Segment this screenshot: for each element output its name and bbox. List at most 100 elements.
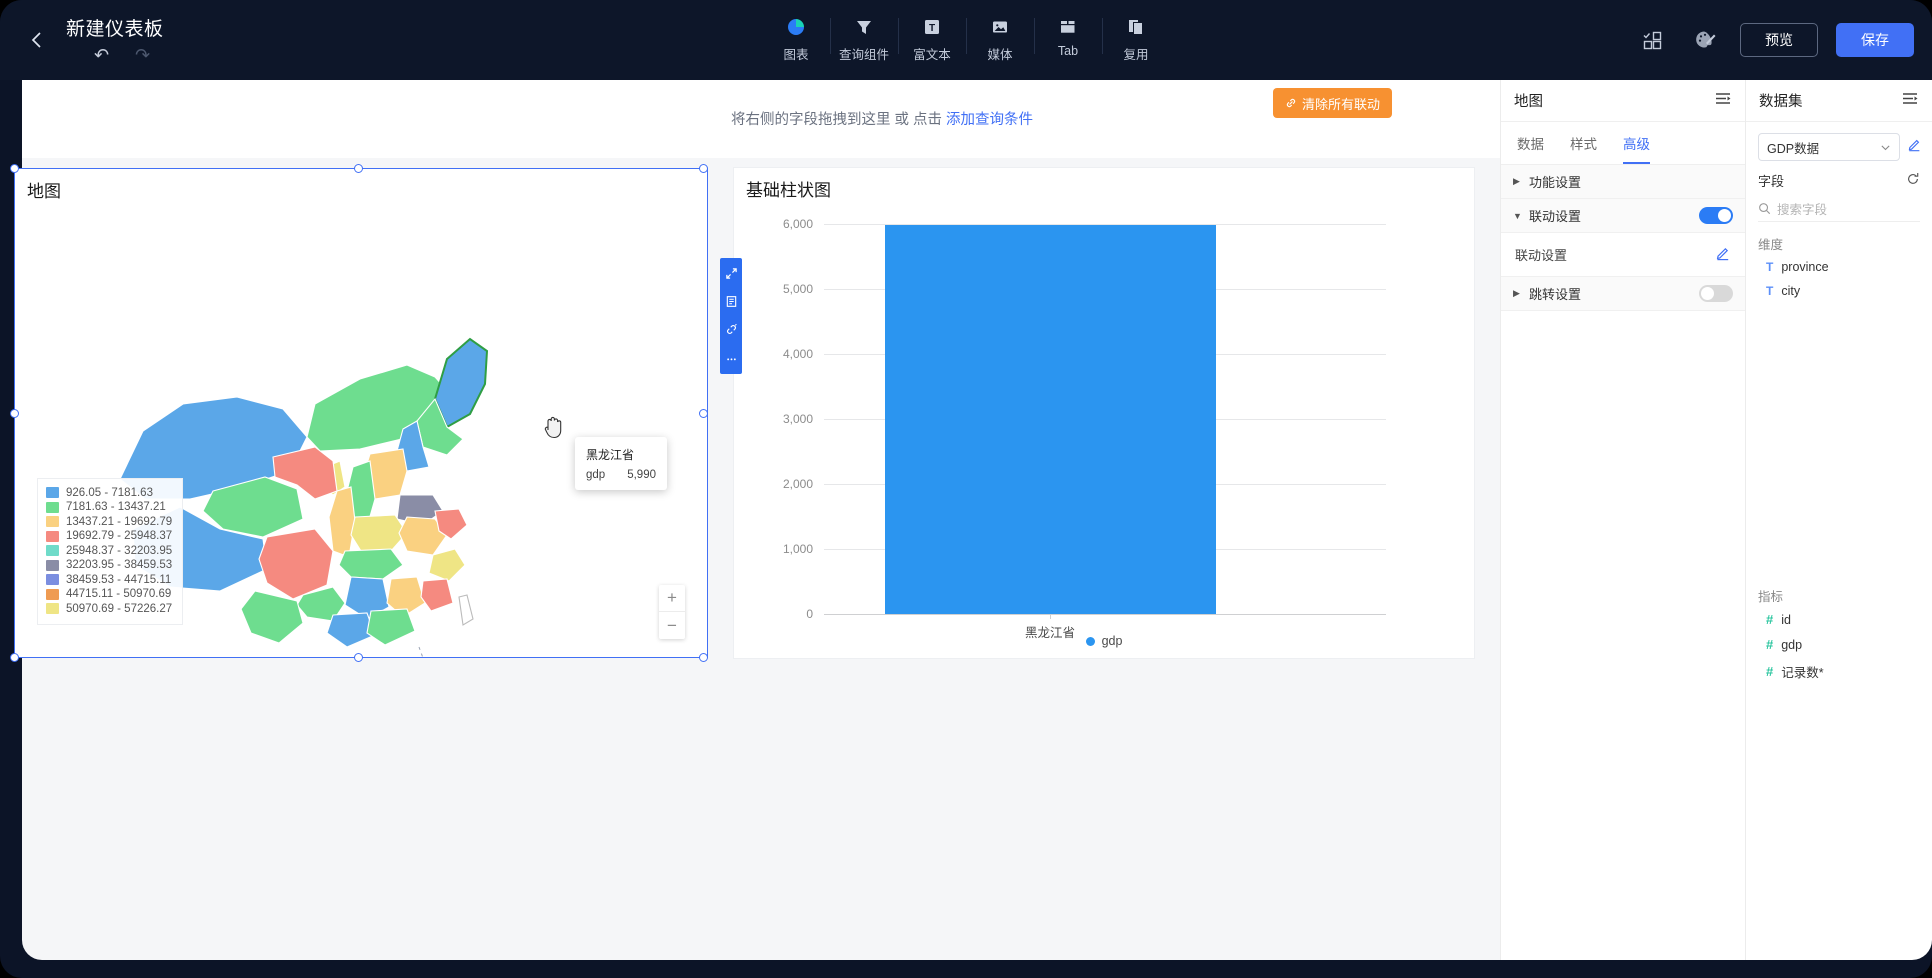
refresh-fields-button[interactable]	[1906, 172, 1920, 189]
tab-advanced[interactable]: 高级	[1623, 122, 1650, 164]
legend-item: 926.05 - 7181.63	[46, 486, 172, 501]
filter-hint: 将右侧的字段拖拽到这里 或 点击 添加查询条件	[22, 108, 1742, 129]
map-zoom-in-button[interactable]: +	[659, 585, 685, 612]
field-item-id[interactable]: # id	[1746, 607, 1932, 632]
measure-type-icon: #	[1766, 612, 1774, 627]
dashboard-title: 新建仪表板	[66, 19, 164, 40]
field-search-input[interactable]: 搜索字段	[1758, 196, 1920, 222]
clear-all-linkage-button[interactable]: 清除所有联动	[1272, 88, 1392, 118]
fields-subheader: 字段	[1746, 169, 1932, 194]
config-panel: 地图 数据 样式 高级 ▶ 功能设置 ▼ 联动设置 联动设置 ▶ 跳转设置	[1500, 80, 1745, 960]
y-tick-label: 6,000	[782, 217, 813, 231]
tool-tab[interactable]: Tab	[1034, 10, 1102, 58]
field-item-record-count[interactable]: # 记录数*	[1746, 657, 1932, 686]
tool-reuse[interactable]: 复用	[1102, 10, 1170, 63]
y-tick-label: 1,000	[782, 542, 813, 556]
top-bar-actions: 预览 保存	[1636, 0, 1914, 80]
dimension-type-icon: T	[1766, 260, 1774, 274]
tool-chart[interactable]: 图表	[762, 10, 830, 63]
expand-icon[interactable]	[722, 264, 740, 282]
back-button[interactable]	[14, 17, 60, 63]
tooltip-metric-value: 5,990	[627, 469, 656, 481]
tool-query-component[interactable]: 查询组件	[830, 10, 898, 63]
legend-swatch	[46, 516, 59, 528]
bar-chart-widget[interactable]: 基础柱状图 6,000 5,000 4,000 3,000 2,000 1,00…	[720, 168, 1474, 658]
resize-handle-tl[interactable]	[10, 164, 19, 173]
jump-settings-toggle[interactable]	[1699, 285, 1733, 302]
dataset-select-value: GDP数据	[1767, 141, 1820, 156]
resize-handle-tc[interactable]	[354, 164, 363, 173]
legend-label: 7181.63 - 13437.21	[66, 501, 166, 514]
panel-collapse-icon[interactable]	[1715, 91, 1732, 111]
broken-link-icon[interactable]	[722, 320, 740, 338]
field-label: id	[1781, 612, 1791, 627]
legend-label: 19692.79 - 25948.37	[66, 530, 173, 543]
tool-media-label: 媒体	[987, 48, 1013, 62]
legend-swatch	[46, 588, 59, 600]
linkage-settings-toggle[interactable]	[1699, 207, 1733, 224]
add-filter-link[interactable]: 添加查询条件	[946, 112, 1033, 128]
legend-swatch	[46, 487, 59, 499]
map-zoom-out-button[interactable]: −	[659, 612, 685, 639]
dataset-edit-button[interactable]	[1907, 137, 1922, 157]
section-function-settings-label: 功能设置	[1529, 175, 1582, 190]
section-jump-settings-label: 跳转设置	[1529, 287, 1582, 302]
bar-chart-plot: 6,000 5,000 4,000 3,000 2,000 1,000 0 黑龙…	[734, 202, 1474, 640]
save-button[interactable]: 保存	[1836, 23, 1914, 57]
chart-legend[interactable]: gdp	[734, 634, 1474, 648]
tooltip-metric-name: gdp	[586, 469, 606, 481]
detail-icon[interactable]	[722, 292, 740, 310]
undo-button[interactable]: ↶	[94, 45, 109, 66]
legend-item: 32203.95 - 38459.53	[46, 558, 172, 573]
tool-media[interactable]: 媒体	[966, 10, 1034, 63]
chart-legend-label: gdp	[1101, 634, 1123, 648]
field-item-gdp[interactable]: # gdp	[1746, 632, 1932, 657]
layout-grid-icon	[1643, 31, 1662, 50]
tab-style[interactable]: 样式	[1570, 122, 1597, 164]
bar-gdp-heilongjiang[interactable]	[885, 225, 1216, 614]
legend-swatch	[46, 501, 59, 513]
map-widget[interactable]: 地图 黑龙江省 gdp 5,990 926.05 - 7181.63 7181.…	[10, 164, 708, 662]
more-icon[interactable]	[722, 348, 740, 366]
section-jump-settings[interactable]: ▶ 跳转设置	[1501, 277, 1745, 311]
y-tick-label: 2,000	[782, 477, 813, 491]
theme-button[interactable]	[1688, 23, 1722, 57]
axis-line-x: 0	[806, 607, 1386, 621]
legend-item: 13437.21 - 19692.79	[46, 515, 172, 530]
dashboard-canvas: 将右侧的字段拖拽到这里 或 点击 添加查询条件 清除所有联动 地图 黑龙江省 g…	[10, 80, 1742, 960]
chevron-down-icon	[1881, 144, 1890, 150]
text-box-icon: T	[922, 16, 942, 38]
section-function-settings[interactable]: ▶ 功能设置	[1501, 165, 1745, 199]
y-tick-label: 5,000	[782, 282, 813, 296]
dataset-selector-row: GDP数据	[1746, 122, 1932, 169]
tool-rich-text[interactable]: T 富文本	[898, 10, 966, 63]
map-legend: 926.05 - 7181.63 7181.63 - 13437.21 1343…	[37, 477, 184, 625]
field-item-province[interactable]: T province	[1746, 255, 1932, 279]
legend-label: 44715.11 - 50970.69	[66, 588, 172, 601]
config-tabs: 数据 样式 高级	[1501, 122, 1745, 165]
copy-icon	[1126, 16, 1146, 38]
image-icon	[990, 16, 1010, 38]
y-tick-label: 0	[806, 607, 813, 621]
legend-label: 38459.53 - 44715.11	[66, 573, 172, 586]
measure-group-label: 指标	[1758, 590, 1784, 604]
section-linkage-settings[interactable]: ▼ 联动设置	[1501, 199, 1745, 233]
preview-button[interactable]: 预览	[1740, 23, 1818, 57]
widget-float-toolbar	[720, 258, 742, 374]
panel-collapse-icon[interactable]	[1902, 91, 1919, 111]
field-label: gdp	[1781, 637, 1803, 652]
measure-section: 指标 # id # gdp # 记录数*	[1746, 580, 1932, 686]
dataset-select[interactable]: GDP数据	[1758, 133, 1900, 161]
dataset-panel-title: 数据集	[1759, 94, 1803, 110]
field-search-placeholder: 搜索字段	[1777, 203, 1828, 217]
palette-icon	[1696, 31, 1716, 48]
field-item-city[interactable]: T city	[1746, 279, 1932, 303]
redo-button[interactable]: ↷	[135, 45, 150, 66]
layout-button[interactable]	[1636, 23, 1670, 57]
legend-label: 32203.95 - 38459.53	[66, 559, 173, 572]
resize-handle-tr[interactable]	[699, 164, 708, 173]
x-axis-tick	[1050, 614, 1051, 619]
linkage-edit-button[interactable]	[1715, 245, 1731, 264]
refresh-icon	[1908, 173, 1919, 184]
tab-data[interactable]: 数据	[1517, 122, 1544, 164]
